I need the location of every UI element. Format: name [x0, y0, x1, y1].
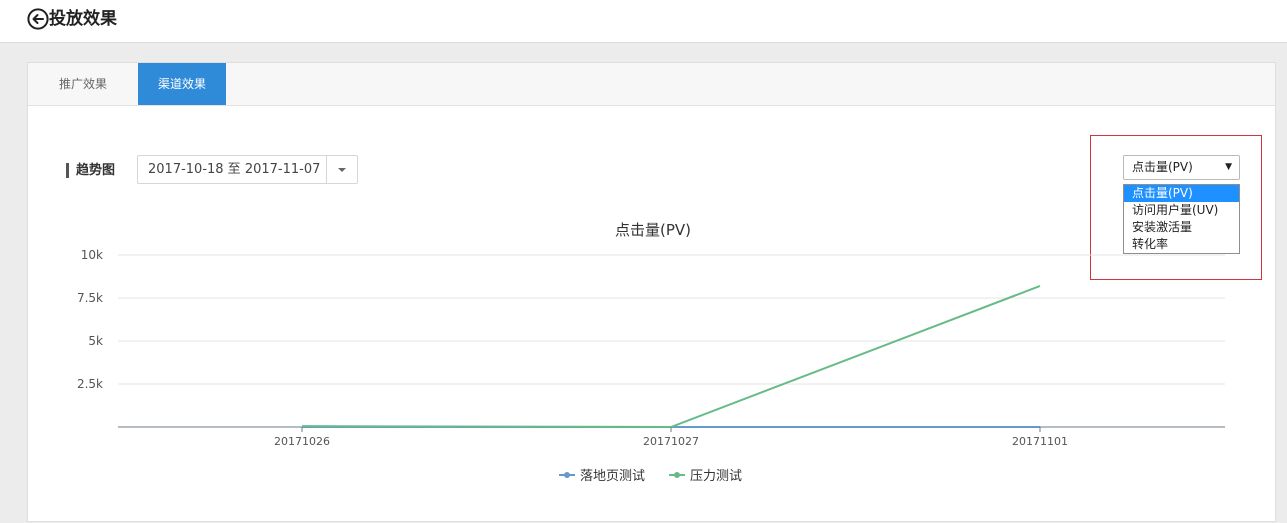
top-bar: 投放效果 — [0, 0, 1287, 43]
x-tick-label: 20171026 — [274, 435, 330, 448]
chart-title: 点击量(PV) — [615, 221, 691, 239]
x-tick-label: 20171101 — [1012, 435, 1068, 448]
y-tick-label: 10k — [81, 248, 103, 262]
page-title: 投放效果 — [49, 9, 117, 29]
legend-marker-dot — [674, 472, 680, 478]
series-line-2 — [301, 285, 1041, 429]
legend-item[interactable]: 压力测试 — [690, 469, 742, 484]
legend-item[interactable]: 落地页测试 — [580, 469, 645, 484]
y-tick-label: 2.5k — [77, 377, 103, 391]
trend-chart: 点击量(PV) 10k 7.5k 5k 2.5k 20171026 20171027 20… — [77, 221, 1225, 484]
y-tick-label: 7.5k — [77, 291, 103, 305]
x-tick-label: 20171027 — [643, 435, 699, 448]
back-arrow-icon[interactable] — [27, 8, 49, 30]
legend-marker-dot — [564, 472, 570, 478]
content-panel: 推广效果 渠道效果 趋势图 2017-10-18 至 2017-11-07 点击… — [27, 62, 1276, 522]
y-tick-label: 5k — [88, 334, 103, 348]
